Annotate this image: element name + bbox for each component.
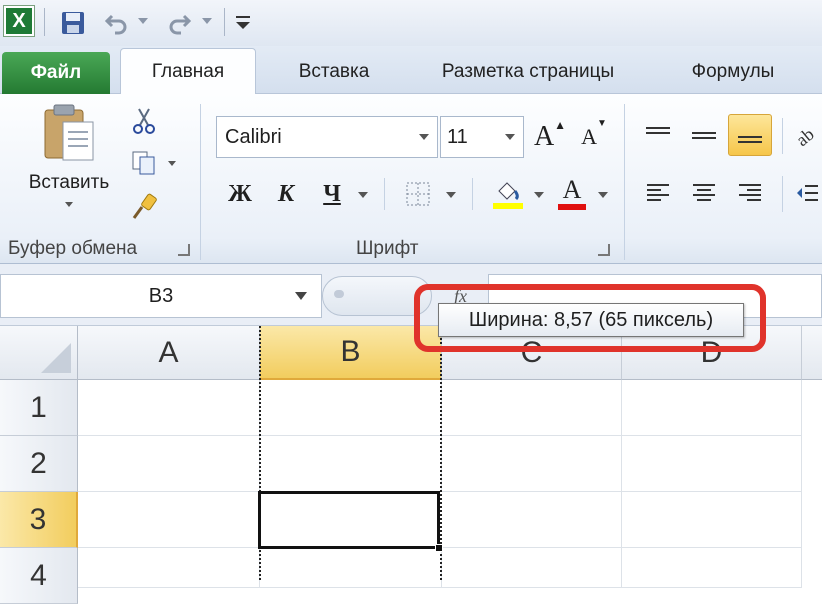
italic-button[interactable]: К <box>268 176 304 212</box>
tab-insert[interactable]: Вставка <box>270 50 398 94</box>
grow-font-button[interactable]: A ▲ <box>530 118 570 156</box>
cell-b1[interactable] <box>260 380 442 436</box>
undo-icon[interactable] <box>102 8 132 38</box>
align-bottom-icon[interactable] <box>728 114 772 156</box>
copy-icon[interactable] <box>128 148 160 178</box>
ribbon-home: Вставить Буфер обмена Calibri 11 A ▲ A ▼ Ж… <box>0 94 822 264</box>
cell-d3[interactable] <box>622 492 802 548</box>
font-size-dropdown-icon[interactable] <box>505 134 515 140</box>
bold-button[interactable]: Ж <box>222 176 258 212</box>
cell-a4[interactable] <box>78 548 260 588</box>
select-all-corner[interactable] <box>0 326 78 380</box>
group-separator <box>200 104 201 260</box>
active-cell-b3[interactable] <box>258 491 440 549</box>
font-group-label: Шрифт <box>356 238 419 259</box>
fill-handle[interactable] <box>435 544 443 552</box>
customize-qat-icon[interactable] <box>236 12 250 32</box>
tab-file[interactable]: Файл <box>2 52 110 94</box>
align-separator <box>782 176 783 212</box>
cell-a3[interactable] <box>78 492 260 548</box>
underline-button[interactable]: Ч <box>314 176 350 212</box>
qat-separator <box>224 8 225 36</box>
row-header-2[interactable]: 2 <box>0 436 78 492</box>
paste-label: Вставить <box>28 172 110 193</box>
orientation-icon[interactable]: ab <box>792 116 822 154</box>
font-size-select[interactable]: 11 <box>440 116 524 158</box>
clipboard-group-label: Буфер обмена <box>8 238 138 259</box>
cell-c1[interactable] <box>442 380 622 436</box>
cell-b4[interactable] <box>260 548 442 588</box>
cell-d2[interactable] <box>622 436 802 492</box>
tab-formulas[interactable]: Формулы <box>670 50 796 94</box>
font-color-swatch <box>558 204 586 210</box>
cell-d1[interactable] <box>622 380 802 436</box>
name-box[interactable]: B3 <box>0 274 322 318</box>
tab-page-layout[interactable]: Разметка страницы <box>410 50 646 94</box>
paste-button[interactable]: Вставить <box>14 102 124 222</box>
font-color-button[interactable]: A <box>554 172 590 214</box>
cell-c2[interactable] <box>442 436 622 492</box>
underline-dropdown-icon[interactable] <box>358 192 368 198</box>
cell-a2[interactable] <box>78 436 260 492</box>
align-top-icon[interactable] <box>638 116 678 154</box>
font-name-select[interactable]: Calibri <box>216 116 438 158</box>
clipboard-launcher-icon[interactable] <box>178 244 190 256</box>
cell-d4[interactable] <box>622 548 802 588</box>
font-separator <box>384 178 385 210</box>
shrink-font-button[interactable]: A ▼ <box>576 118 612 156</box>
font-name-dropdown-icon[interactable] <box>419 134 429 140</box>
copy-dropdown-icon[interactable] <box>168 161 176 166</box>
svg-text:ab: ab <box>794 124 818 148</box>
excel-logo[interactable]: X <box>3 5 35 37</box>
format-painter-icon[interactable] <box>128 192 160 222</box>
cell-c4[interactable] <box>442 548 622 588</box>
row-header-3[interactable]: 3 <box>0 492 78 548</box>
decrease-indent-icon[interactable] <box>792 174 822 212</box>
fill-color-dropdown-icon[interactable] <box>534 192 544 198</box>
save-icon[interactable] <box>58 8 88 38</box>
align-right-icon[interactable] <box>730 174 770 212</box>
row-header-4[interactable]: 4 <box>0 548 78 604</box>
cell-c3[interactable] <box>442 492 622 548</box>
annotation-highlight-box <box>414 284 766 352</box>
align-left-icon[interactable] <box>638 174 678 212</box>
align-separator <box>782 118 783 154</box>
resize-guide-right[interactable] <box>440 326 442 580</box>
redo-dropdown-icon[interactable] <box>202 18 212 24</box>
cell-a1[interactable] <box>78 380 260 436</box>
column-header-e[interactable] <box>802 326 822 380</box>
fill-color-icon[interactable] <box>488 174 528 214</box>
font-launcher-icon[interactable] <box>598 244 610 256</box>
splitter-knob-icon <box>334 290 344 298</box>
select-all-triangle-icon <box>41 343 71 373</box>
borders-icon[interactable] <box>400 176 436 212</box>
align-center-icon[interactable] <box>684 174 724 212</box>
group-separator <box>624 104 625 260</box>
cut-icon[interactable] <box>128 106 160 136</box>
font-separator <box>472 178 473 210</box>
grow-arrow-icon: ▲ <box>554 118 567 132</box>
name-box-dropdown-icon[interactable] <box>295 292 307 300</box>
ribbon-tabs: Файл Главная Вставка Разметка страницы Ф… <box>0 46 822 95</box>
qat-separator <box>44 8 45 36</box>
quick-access-toolbar: X <box>0 0 822 46</box>
borders-dropdown-icon[interactable] <box>446 192 456 198</box>
align-middle-icon[interactable] <box>684 116 724 154</box>
tab-home[interactable]: Главная <box>120 48 256 95</box>
undo-dropdown-icon[interactable] <box>138 18 148 24</box>
cell-b2[interactable] <box>260 436 442 492</box>
worksheet-grid: A B C D 1 2 3 4 <box>0 326 822 604</box>
font-color-dropdown-icon[interactable] <box>598 192 608 198</box>
shrink-arrow-icon: ▼ <box>596 118 607 129</box>
row-header-1[interactable]: 1 <box>0 380 78 436</box>
paste-icon <box>44 104 94 161</box>
redo-icon[interactable] <box>164 8 194 38</box>
paste-dropdown-icon[interactable] <box>65 202 73 207</box>
column-header-a[interactable]: A <box>78 326 260 380</box>
